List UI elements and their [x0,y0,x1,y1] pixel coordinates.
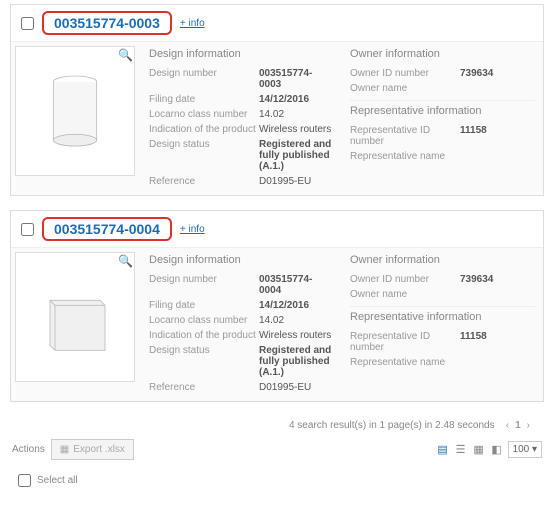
view-large-icon[interactable]: ◧ [490,443,504,457]
pager-prev[interactable]: ‹ [506,420,509,431]
pager-current: 1 [515,420,521,431]
result-card: 003515774-0003 + info 🔍 Design informati… [10,4,544,196]
design-thumbnail[interactable] [15,46,135,176]
owner-rep-col: Owner information Owner ID number739634 … [342,48,543,189]
design-info-heading: Design information [149,254,334,266]
per-page-select[interactable]: 100 ▾ [508,441,542,458]
export-xlsx-button[interactable]: ▦ Export .xlsx [51,439,134,460]
thumbnail-wrap: 🔍 [11,42,141,195]
owner-rep-col: Owner information Owner ID number739634 … [342,254,543,395]
view-list-compact-icon[interactable]: ☰ [454,443,468,457]
actions-label: Actions [12,444,45,455]
design-number-link[interactable]: 003515774-0004 [42,217,172,241]
card-header: 003515774-0003 + info [11,5,543,41]
select-all-checkbox[interactable] [18,474,31,487]
rep-info-heading: Representative information [350,105,535,117]
pager-next[interactable]: › [527,420,530,431]
select-all-label: Select all [37,475,78,486]
design-info-col: Design information Design number00351577… [141,254,342,395]
design-info-heading: Design information [149,48,334,60]
pager: ‹ 1 › [506,420,530,431]
rep-info-heading: Representative information [350,311,535,323]
more-info-link[interactable]: + info [180,224,205,235]
card-header: 003515774-0004 + info [11,211,543,247]
zoom-icon[interactable]: 🔍 [118,48,133,62]
result-card: 003515774-0004 + info 🔍 Design informati… [10,210,544,402]
more-info-link[interactable]: + info [180,18,205,29]
thumbnail-wrap: 🔍 [11,248,141,401]
excel-icon: ▦ [60,444,69,455]
owner-info-heading: Owner information [350,48,535,60]
design-number-link[interactable]: 003515774-0003 [42,11,172,35]
zoom-icon[interactable]: 🔍 [118,254,133,268]
design-info-col: Design information Design number00351577… [141,48,342,189]
view-grid-icon[interactable]: ▦ [472,443,486,457]
select-result-checkbox[interactable] [21,223,34,236]
view-list-detail-icon[interactable]: ▤ [436,443,450,457]
design-thumbnail[interactable] [15,252,135,382]
select-result-checkbox[interactable] [21,17,34,30]
owner-info-heading: Owner information [350,254,535,266]
results-summary: 4 search result(s) in 1 page(s) in 2.48 … [0,416,554,435]
